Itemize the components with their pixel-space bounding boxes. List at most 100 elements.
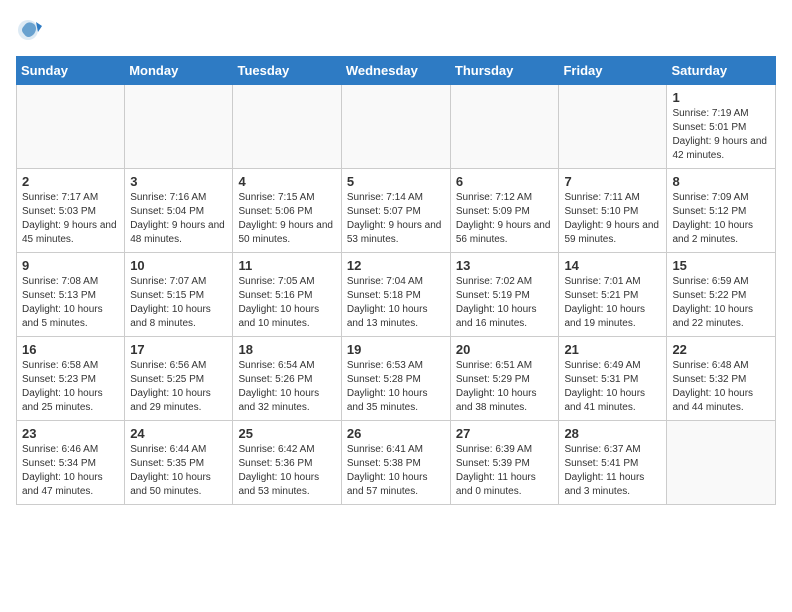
day-number: 2 [22,174,119,189]
day-info: Sunrise: 6:42 AM Sunset: 5:36 PM Dayligh… [238,443,335,499]
day-number: 8 [672,174,770,189]
calendar-cell [450,85,559,169]
day-info: Sunrise: 6:51 AM Sunset: 5:29 PM Dayligh… [456,359,554,415]
day-number: 17 [130,342,227,357]
day-number: 24 [130,426,227,441]
day-number: 18 [238,342,335,357]
calendar-cell: 2 Sunrise: 7:17 AM Sunset: 5:03 PM Daylig… [17,169,125,253]
day-info: Sunrise: 7:01 AM Sunset: 5:21 PM Dayligh… [564,275,661,331]
day-info: Sunrise: 7:12 AM Sunset: 5:09 PM Dayligh… [456,191,554,247]
col-header-wednesday: Wednesday [341,57,450,85]
day-number: 26 [347,426,445,441]
day-number: 6 [456,174,554,189]
day-number: 10 [130,258,227,273]
calendar-cell: 7 Sunrise: 7:11 AM Sunset: 5:10 PM Daylig… [559,169,667,253]
col-header-thursday: Thursday [450,57,559,85]
day-info: Sunrise: 6:37 AM Sunset: 5:41 PM Dayligh… [564,443,661,499]
day-info: Sunrise: 6:39 AM Sunset: 5:39 PM Dayligh… [456,443,554,499]
calendar-cell: 18 Sunrise: 6:54 AM Sunset: 5:26 PM Dayli… [233,337,341,421]
day-info: Sunrise: 7:17 AM Sunset: 5:03 PM Dayligh… [22,191,119,247]
day-number: 11 [238,258,335,273]
day-info: Sunrise: 6:44 AM Sunset: 5:35 PM Dayligh… [130,443,227,499]
day-info: Sunrise: 7:08 AM Sunset: 5:13 PM Dayligh… [22,275,119,331]
calendar-cell: 17 Sunrise: 6:56 AM Sunset: 5:25 PM Dayli… [125,337,233,421]
day-info: Sunrise: 7:05 AM Sunset: 5:16 PM Dayligh… [238,275,335,331]
calendar-cell: 15 Sunrise: 6:59 AM Sunset: 5:22 PM Dayli… [667,253,776,337]
calendar-cell [559,85,667,169]
week-row-5: 23 Sunrise: 6:46 AM Sunset: 5:34 PM Dayli… [17,421,776,505]
calendar-cell: 6 Sunrise: 7:12 AM Sunset: 5:09 PM Daylig… [450,169,559,253]
day-number: 25 [238,426,335,441]
day-info: Sunrise: 7:09 AM Sunset: 5:12 PM Dayligh… [672,191,770,247]
calendar-cell: 10 Sunrise: 7:07 AM Sunset: 5:15 PM Dayli… [125,253,233,337]
day-number: 9 [22,258,119,273]
day-info: Sunrise: 6:58 AM Sunset: 5:23 PM Dayligh… [22,359,119,415]
calendar-cell: 27 Sunrise: 6:39 AM Sunset: 5:39 PM Dayli… [450,421,559,505]
day-info: Sunrise: 6:53 AM Sunset: 5:28 PM Dayligh… [347,359,445,415]
week-row-2: 2 Sunrise: 7:17 AM Sunset: 5:03 PM Daylig… [17,169,776,253]
day-number: 21 [564,342,661,357]
logo [16,16,48,44]
day-number: 13 [456,258,554,273]
calendar-cell [233,85,341,169]
calendar-cell: 13 Sunrise: 7:02 AM Sunset: 5:19 PM Dayli… [450,253,559,337]
calendar-cell: 24 Sunrise: 6:44 AM Sunset: 5:35 PM Dayli… [125,421,233,505]
day-info: Sunrise: 6:59 AM Sunset: 5:22 PM Dayligh… [672,275,770,331]
day-number: 28 [564,426,661,441]
day-number: 1 [672,90,770,105]
calendar-cell: 14 Sunrise: 7:01 AM Sunset: 5:21 PM Dayli… [559,253,667,337]
calendar-cell: 8 Sunrise: 7:09 AM Sunset: 5:12 PM Daylig… [667,169,776,253]
day-info: Sunrise: 7:04 AM Sunset: 5:18 PM Dayligh… [347,275,445,331]
logo-icon [16,16,44,44]
calendar-header-row: SundayMondayTuesdayWednesdayThursdayFrid… [17,57,776,85]
day-info: Sunrise: 7:15 AM Sunset: 5:06 PM Dayligh… [238,191,335,247]
day-number: 5 [347,174,445,189]
day-number: 27 [456,426,554,441]
day-info: Sunrise: 7:16 AM Sunset: 5:04 PM Dayligh… [130,191,227,247]
calendar-cell: 3 Sunrise: 7:16 AM Sunset: 5:04 PM Daylig… [125,169,233,253]
calendar-cell: 23 Sunrise: 6:46 AM Sunset: 5:34 PM Dayli… [17,421,125,505]
week-row-3: 9 Sunrise: 7:08 AM Sunset: 5:13 PM Daylig… [17,253,776,337]
calendar-cell: 21Sunrise: 6:49 AM Sunset: 5:31 PM Dayli… [559,337,667,421]
day-number: 23 [22,426,119,441]
calendar-cell: 1 Sunrise: 7:19 AM Sunset: 5:01 PM Daylig… [667,85,776,169]
day-info: Sunrise: 6:41 AM Sunset: 5:38 PM Dayligh… [347,443,445,499]
day-number: 4 [238,174,335,189]
calendar-cell [125,85,233,169]
day-info: Sunrise: 6:54 AM Sunset: 5:26 PM Dayligh… [238,359,335,415]
day-info: Sunrise: 7:19 AM Sunset: 5:01 PM Dayligh… [672,107,770,163]
calendar-cell [17,85,125,169]
calendar-cell: 28 Sunrise: 6:37 AM Sunset: 5:41 PM Dayli… [559,421,667,505]
calendar-cell: 26 Sunrise: 6:41 AM Sunset: 5:38 PM Dayli… [341,421,450,505]
page-header [16,16,776,44]
calendar-cell: 25 Sunrise: 6:42 AM Sunset: 5:36 PM Dayli… [233,421,341,505]
calendar-cell: 4 Sunrise: 7:15 AM Sunset: 5:06 PM Daylig… [233,169,341,253]
day-number: 20 [456,342,554,357]
day-number: 3 [130,174,227,189]
calendar-cell: 16 Sunrise: 6:58 AM Sunset: 5:23 PM Dayli… [17,337,125,421]
day-number: 16 [22,342,119,357]
day-info: Sunrise: 7:11 AM Sunset: 5:10 PM Dayligh… [564,191,661,247]
day-number: 12 [347,258,445,273]
calendar-cell: 20 Sunrise: 6:51 AM Sunset: 5:29 PM Dayli… [450,337,559,421]
col-header-monday: Monday [125,57,233,85]
calendar-cell [341,85,450,169]
day-info: Sunrise: 6:56 AM Sunset: 5:25 PM Dayligh… [130,359,227,415]
col-header-sunday: Sunday [17,57,125,85]
day-info: Sunrise: 6:46 AM Sunset: 5:34 PM Dayligh… [22,443,119,499]
calendar-table: SundayMondayTuesdayWednesdayThursdayFrid… [16,56,776,505]
day-info: Sunrise: 7:02 AM Sunset: 5:19 PM Dayligh… [456,275,554,331]
col-header-saturday: Saturday [667,57,776,85]
day-number: 7 [564,174,661,189]
day-info: Sunrise: 7:07 AM Sunset: 5:15 PM Dayligh… [130,275,227,331]
col-header-friday: Friday [559,57,667,85]
calendar-cell: 5 Sunrise: 7:14 AM Sunset: 5:07 PM Daylig… [341,169,450,253]
day-number: 14 [564,258,661,273]
calendar-cell: 11 Sunrise: 7:05 AM Sunset: 5:16 PM Dayli… [233,253,341,337]
day-info: Sunrise: 7:14 AM Sunset: 5:07 PM Dayligh… [347,191,445,247]
col-header-tuesday: Tuesday [233,57,341,85]
day-number: 15 [672,258,770,273]
calendar-cell: 19Sunrise: 6:53 AM Sunset: 5:28 PM Dayli… [341,337,450,421]
calendar-cell [667,421,776,505]
day-number: 22 [672,342,770,357]
